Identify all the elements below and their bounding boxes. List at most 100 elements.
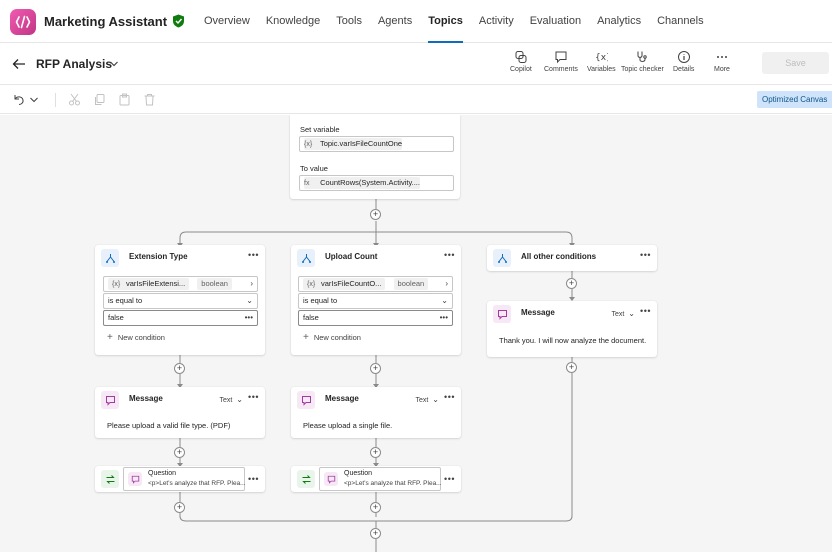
condition-variable-field[interactable]: {x} varIsFileCountO... boolean › xyxy=(298,276,453,292)
plus-icon: + xyxy=(303,332,309,343)
copy-icon[interactable] xyxy=(93,93,106,106)
app-logo-icon[interactable] xyxy=(10,9,36,35)
new-condition-button[interactable]: + New condition xyxy=(303,332,361,343)
copilot-button[interactable]: Copilot xyxy=(510,50,532,80)
divider xyxy=(55,93,56,107)
node-title: Extension Type xyxy=(129,252,188,261)
message-icon xyxy=(297,391,315,409)
message-node-extension[interactable]: Message Text ••• Please upload a valid f… xyxy=(95,387,265,438)
message-icon xyxy=(101,391,119,409)
add-node-button[interactable]: + xyxy=(174,447,185,458)
paste-icon[interactable] xyxy=(118,93,131,106)
condition-variable-field[interactable]: {x} varIsFileExtensi... boolean › xyxy=(103,276,258,292)
variable-icon: {x} xyxy=(307,281,316,288)
question-box[interactable]: Question <p>Let's analyze that RFP. Plea… xyxy=(319,467,442,491)
message-text[interactable]: Thank you. I will now analyze the docume… xyxy=(499,336,646,345)
edit-bar: Optimized Canvas xyxy=(0,86,832,114)
add-node-button[interactable]: + xyxy=(174,363,185,374)
cut-icon[interactable] xyxy=(68,93,81,106)
node-title: Message xyxy=(325,394,359,403)
topic-canvas[interactable]: Set variable {x} Topic.varIsFileCountOne… xyxy=(0,115,832,552)
question-box[interactable]: Question <p>Let's analyze that RFP. Plea… xyxy=(123,467,246,491)
nav-tab-topics[interactable]: Topics xyxy=(420,0,471,43)
variables-button[interactable]: {x} Variables xyxy=(587,50,616,80)
delete-icon[interactable] xyxy=(143,93,156,106)
redirect-icon xyxy=(101,470,119,488)
message-text[interactable]: Please upload a valid file type. (PDF) xyxy=(107,421,230,430)
message-type-dropdown[interactable]: Text xyxy=(611,309,635,318)
nav-tab-channels[interactable]: Channels xyxy=(649,0,711,43)
more-button[interactable]: More xyxy=(714,50,730,80)
node-title: Message xyxy=(521,308,555,317)
nav-tab-overview[interactable]: Overview xyxy=(196,0,258,43)
condition-variable: varIsFileCountO... xyxy=(321,279,382,288)
node-title: Upload Count xyxy=(325,252,378,261)
message-node-other[interactable]: Message Text ••• Thank you. I will now a… xyxy=(487,301,657,357)
condition-node-all-other[interactable]: All other conditions ••• xyxy=(487,245,657,271)
add-node-button[interactable]: + xyxy=(174,502,185,513)
nav-tab-evaluation[interactable]: Evaluation xyxy=(522,0,589,43)
redirect-icon xyxy=(297,470,315,488)
condition-value-field[interactable]: false ••• xyxy=(103,310,258,326)
operator-dropdown[interactable]: is equal to ⌄ xyxy=(103,293,258,309)
message-node-upload[interactable]: Message Text ••• Please upload a single … xyxy=(291,387,461,438)
new-condition-button[interactable]: + New condition xyxy=(107,332,165,343)
new-condition-label: New condition xyxy=(117,333,165,342)
chevron-down-icon[interactable] xyxy=(109,59,119,69)
message-text[interactable]: Please upload a single file. xyxy=(303,421,392,430)
nav-tab-knowledge[interactable]: Knowledge xyxy=(258,0,328,43)
more-icon[interactable]: ••• xyxy=(248,392,259,402)
save-button[interactable]: Save xyxy=(762,52,829,74)
message-type-dropdown[interactable]: Text xyxy=(219,395,243,404)
nav-tab-tools[interactable]: Tools xyxy=(328,0,370,43)
add-node-button[interactable]: + xyxy=(370,502,381,513)
svg-text:{x}: {x} xyxy=(595,53,608,63)
more-icon[interactable]: ••• xyxy=(440,311,448,325)
message-type-dropdown[interactable]: Text xyxy=(415,395,439,404)
more-icon[interactable]: ••• xyxy=(444,474,455,484)
nav-tab-analytics[interactable]: Analytics xyxy=(589,0,649,43)
more-icon[interactable]: ••• xyxy=(248,250,259,260)
variables-label: Variables xyxy=(587,66,616,73)
nav-tab-agents[interactable]: Agents xyxy=(370,0,420,43)
condition-node-upload-count[interactable]: Upload Count ••• {x} varIsFileCountO... b… xyxy=(291,245,461,355)
more-icon[interactable]: ••• xyxy=(248,474,259,484)
comments-label: Comments xyxy=(544,66,578,73)
add-node-button[interactable]: + xyxy=(370,447,381,458)
main-nav: Overview Knowledge Tools Agents Topics A… xyxy=(196,0,712,43)
details-button[interactable]: Details xyxy=(673,50,694,80)
chevron-down-icon[interactable] xyxy=(29,93,39,106)
operator-value: is equal to xyxy=(303,296,338,305)
add-node-button[interactable]: + xyxy=(566,278,577,289)
to-value-formula: CountRows(System.Activity.... xyxy=(320,178,420,187)
set-variable-node[interactable]: Set variable {x} Topic.varIsFileCountOne… xyxy=(290,115,460,199)
condition-value-field[interactable]: false ••• xyxy=(298,310,453,326)
more-icon[interactable]: ••• xyxy=(640,250,651,260)
condition-node-extension-type[interactable]: Extension Type ••• {x} varIsFileExtensi..… xyxy=(95,245,265,355)
more-icon[interactable]: ••• xyxy=(444,250,455,260)
more-icon[interactable]: ••• xyxy=(640,306,651,316)
topic-checker-button[interactable]: Topic checker xyxy=(621,50,664,80)
more-icon[interactable]: ••• xyxy=(245,311,253,325)
undo-icon[interactable] xyxy=(12,93,25,106)
add-node-button[interactable]: + xyxy=(370,363,381,374)
to-value-field[interactable]: fx CountRows(System.Activity.... xyxy=(299,175,454,191)
add-node-button[interactable]: + xyxy=(370,209,381,220)
type-badge: boolean xyxy=(197,278,232,290)
comments-button[interactable]: Comments xyxy=(544,50,578,80)
question-subtitle: <p>Let's analyze that RFP. Plea... xyxy=(344,480,442,487)
type-badge: boolean xyxy=(393,278,429,290)
plus-icon: + xyxy=(107,332,113,343)
operator-dropdown[interactable]: is equal to ⌄ xyxy=(298,293,453,309)
more-icon[interactable]: ••• xyxy=(444,392,455,402)
variable-field[interactable]: {x} Topic.varIsFileCountOne xyxy=(299,136,454,152)
redirect-node-upload[interactable]: Question <p>Let's analyze that RFP. Plea… xyxy=(291,466,461,492)
add-node-button[interactable]: + xyxy=(370,528,381,539)
redirect-node-extension[interactable]: Question <p>Let's analyze that RFP. Plea… xyxy=(95,466,265,492)
nav-tab-activity[interactable]: Activity xyxy=(471,0,522,43)
back-arrow-icon[interactable] xyxy=(12,57,26,71)
to-value-label: To value xyxy=(300,164,328,173)
add-node-button[interactable]: + xyxy=(566,362,577,373)
question-subtitle: <p>Let's analyze that RFP. Plea... xyxy=(148,480,246,487)
optimized-canvas-badge[interactable]: Optimized Canvas xyxy=(757,91,832,108)
